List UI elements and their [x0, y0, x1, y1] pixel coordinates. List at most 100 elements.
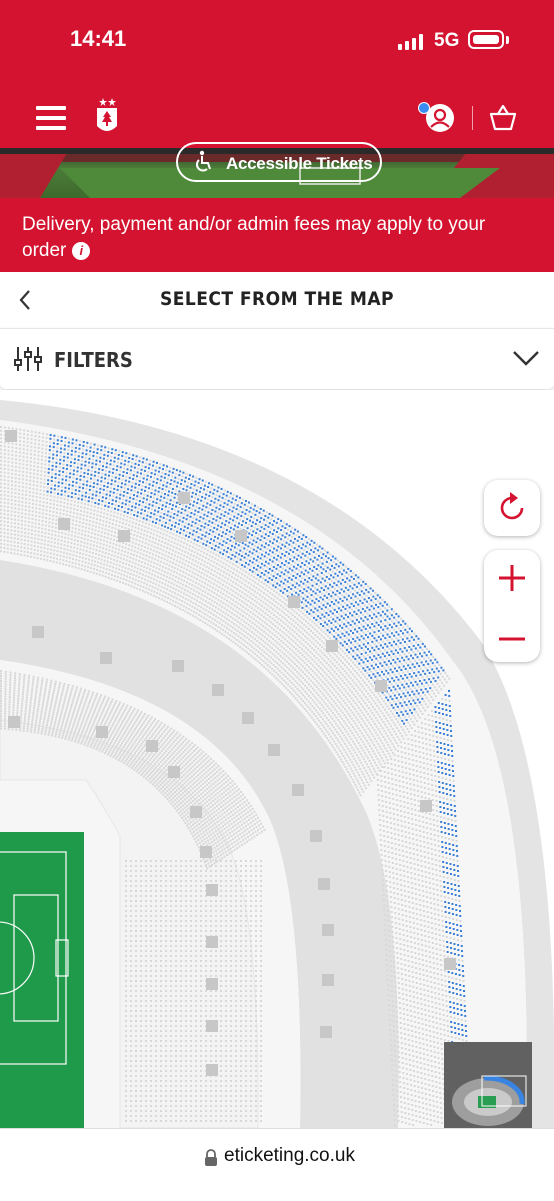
seat [346, 724, 349, 727]
seat [412, 853, 415, 855]
seat [428, 1015, 431, 1017]
basket-icon[interactable] [488, 102, 518, 132]
club-crest-logo[interactable] [92, 96, 122, 138]
seat [208, 576, 211, 579]
seat [415, 977, 418, 979]
seat [280, 677, 283, 680]
seat [406, 940, 409, 942]
seat [192, 567, 195, 570]
seat [143, 549, 146, 552]
seat [407, 960, 410, 962]
seat [217, 559, 220, 562]
seat [434, 849, 437, 851]
seat [147, 490, 150, 493]
seat [388, 792, 391, 794]
seat [3, 535, 6, 538]
seat [410, 739, 413, 741]
seat [145, 502, 148, 505]
seat [64, 483, 67, 486]
seat [423, 856, 426, 858]
seat [236, 548, 239, 551]
seat [390, 719, 393, 722]
seat [411, 1119, 414, 1121]
seat [237, 626, 240, 629]
seat [403, 1028, 406, 1030]
seat [85, 553, 88, 556]
hamburger-icon[interactable] [36, 106, 66, 130]
seat [355, 777, 358, 780]
seat [369, 709, 372, 712]
seat [277, 588, 280, 591]
seat [299, 550, 302, 553]
seat [178, 560, 181, 563]
seat-map[interactable] [0, 390, 554, 1128]
seat [371, 711, 374, 714]
seat [440, 974, 443, 976]
accessible-tickets-label[interactable]: Accessible Tickets [226, 154, 373, 174]
seat [185, 559, 188, 562]
seat [414, 1021, 417, 1023]
seat [435, 800, 438, 802]
seat [297, 655, 300, 658]
seat [62, 563, 65, 566]
seat [267, 595, 270, 598]
seat [305, 658, 308, 661]
seat [268, 660, 271, 663]
seat [422, 685, 425, 688]
seat [140, 548, 143, 551]
seat [414, 1036, 417, 1038]
seat [141, 524, 144, 527]
seat [349, 635, 352, 638]
seat [262, 615, 265, 618]
seat [415, 903, 418, 905]
seat [175, 472, 178, 475]
seat [283, 658, 286, 661]
seat [180, 591, 183, 594]
seat [428, 1020, 431, 1022]
seat [414, 730, 416, 732]
seat [418, 815, 421, 817]
seat [91, 458, 94, 461]
seat [422, 964, 425, 966]
seat [281, 586, 284, 589]
seat [422, 905, 425, 907]
seat [22, 463, 25, 466]
seat [422, 979, 425, 981]
seat [363, 766, 366, 769]
seat [237, 566, 240, 569]
seat [387, 752, 390, 755]
seat [417, 805, 420, 807]
seat [364, 746, 367, 749]
seat [284, 670, 287, 673]
seat [443, 950, 445, 952]
seat [323, 642, 326, 645]
filters-bar[interactable]: FILTERS [0, 328, 554, 389]
seat [402, 924, 405, 926]
seat [330, 697, 333, 700]
seat [254, 605, 257, 608]
seat [431, 1075, 434, 1077]
seat [23, 539, 26, 542]
seat [421, 732, 424, 734]
seat [195, 590, 198, 593]
seat [192, 580, 195, 583]
seat [412, 991, 415, 993]
info-icon[interactable]: i [72, 241, 91, 260]
seat [195, 603, 198, 606]
seat [386, 762, 389, 764]
seat [404, 821, 407, 823]
chevron-down-icon[interactable] [512, 347, 540, 369]
seat [302, 644, 305, 647]
seat [336, 698, 339, 701]
seat [156, 592, 159, 595]
seat [236, 597, 239, 600]
seat [290, 664, 293, 667]
seat [152, 553, 155, 556]
seat [302, 612, 305, 615]
seat [311, 554, 314, 557]
seat [320, 602, 323, 605]
seat [345, 678, 348, 681]
seat [315, 657, 318, 660]
seat [449, 937, 452, 939]
seat [262, 645, 265, 648]
